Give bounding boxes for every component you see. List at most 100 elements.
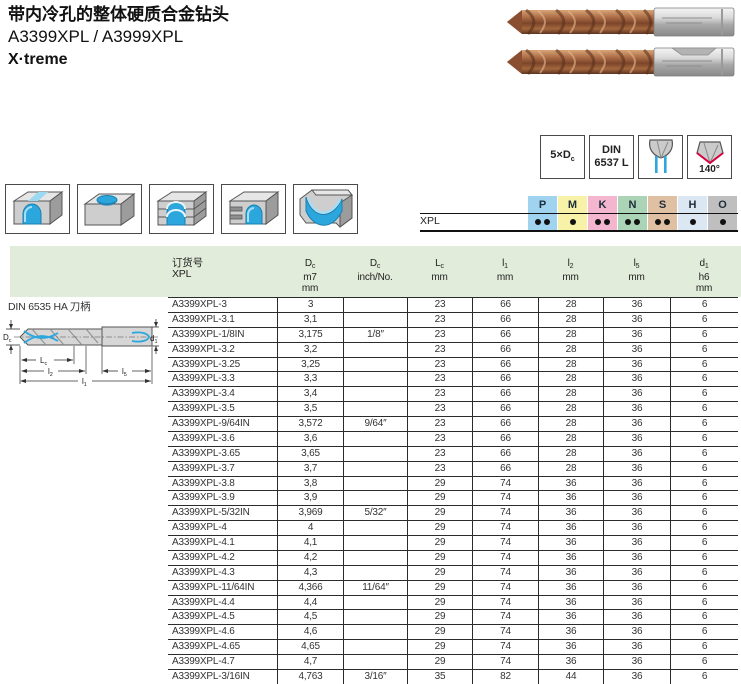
value-cell: 36 bbox=[603, 670, 670, 684]
value-cell: 28 bbox=[538, 313, 603, 327]
value-cell: 6 bbox=[670, 596, 738, 610]
value-cell: 6 bbox=[670, 610, 738, 624]
value-cell: 23 bbox=[407, 372, 472, 386]
value-cell: 23 bbox=[407, 462, 472, 476]
value-cell: 36 bbox=[603, 536, 670, 550]
din-6537-badge: DIN 6537 L bbox=[589, 135, 634, 179]
value-cell: 3,7 bbox=[277, 462, 343, 476]
point-angle-badge: 140° bbox=[687, 135, 732, 179]
table-row: A3399XPL-4.14,1297436366 bbox=[168, 536, 738, 551]
value-cell: 3,5 bbox=[277, 402, 343, 416]
rating-dot-icon bbox=[535, 219, 541, 225]
value-cell: 36 bbox=[603, 328, 670, 342]
value-cell: 23 bbox=[407, 402, 472, 416]
value-cell: 3,65 bbox=[277, 447, 343, 461]
value-cell: 36 bbox=[603, 358, 670, 372]
rating-dot-icon bbox=[655, 219, 661, 225]
value-cell: 23 bbox=[407, 358, 472, 372]
value-cell: 3,572 bbox=[277, 417, 343, 431]
value-cell: 29 bbox=[407, 506, 472, 520]
svg-text:l5: l5 bbox=[122, 367, 127, 378]
svg-text:Dc: Dc bbox=[3, 333, 12, 344]
value-cell: 66 bbox=[472, 432, 538, 446]
material-letter-row: PMKNSHO bbox=[528, 196, 738, 213]
value-cell: 66 bbox=[472, 358, 538, 372]
value-cell: 36 bbox=[603, 432, 670, 446]
value-cell bbox=[343, 387, 407, 401]
value-cell: 66 bbox=[472, 298, 538, 312]
order-number: A3399XPL-3 bbox=[168, 298, 277, 312]
value-cell: 28 bbox=[538, 328, 603, 342]
table-row: A3399XPL-4.654,65297436366 bbox=[168, 640, 738, 655]
value-cell: 28 bbox=[538, 358, 603, 372]
value-cell: 3,3 bbox=[277, 372, 343, 386]
value-cell: 44 bbox=[538, 670, 603, 684]
value-cell bbox=[343, 358, 407, 372]
application-box-5 bbox=[293, 184, 358, 234]
value-cell: 23 bbox=[407, 343, 472, 357]
value-cell bbox=[343, 298, 407, 312]
value-cell bbox=[343, 566, 407, 580]
table-row: A3399XPL-9/64IN3,5729/64″236628366 bbox=[168, 417, 738, 432]
value-cell: 6 bbox=[670, 506, 738, 520]
value-cell: 23 bbox=[407, 298, 472, 312]
value-cell: 28 bbox=[538, 402, 603, 416]
value-cell: 66 bbox=[472, 328, 538, 342]
brand-line: X·treme bbox=[8, 50, 229, 70]
material-letter: S bbox=[648, 196, 677, 213]
value-cell: 36 bbox=[603, 581, 670, 595]
value-cell: 23 bbox=[407, 447, 472, 461]
value-cell: 36 bbox=[603, 596, 670, 610]
application-box-1 bbox=[5, 184, 70, 234]
value-cell: 23 bbox=[407, 432, 472, 446]
value-cell bbox=[343, 372, 407, 386]
drill-photo-plain-shank-icon bbox=[504, 5, 738, 39]
value-cell: 36 bbox=[603, 372, 670, 386]
order-number: A3399XPL-4.7 bbox=[168, 655, 277, 669]
order-number: A3399XPL-3.25 bbox=[168, 358, 277, 372]
table-row: A3399XPL-3.33,3236628366 bbox=[168, 372, 738, 387]
value-cell: 36 bbox=[603, 625, 670, 639]
value-cell: 6 bbox=[670, 432, 738, 446]
value-cell: 6 bbox=[670, 581, 738, 595]
drill-photo-notched-shank-icon bbox=[504, 45, 738, 79]
column-header: d1h6mm bbox=[670, 258, 738, 294]
rating-dot-icon bbox=[625, 219, 631, 225]
order-number: A3399XPL-4.6 bbox=[168, 625, 277, 639]
value-cell: 74 bbox=[472, 477, 538, 491]
table-row: A3399XPL-44297436366 bbox=[168, 521, 738, 536]
order-number: A3399XPL-3.9 bbox=[168, 491, 277, 505]
value-cell: 6 bbox=[670, 670, 738, 684]
value-cell: 29 bbox=[407, 596, 472, 610]
application-box-4 bbox=[221, 184, 286, 234]
value-cell bbox=[343, 491, 407, 505]
value-cell: 36 bbox=[603, 447, 670, 461]
inclined-exit-icon bbox=[294, 185, 356, 232]
material-letter: M bbox=[558, 196, 587, 213]
value-cell: 36 bbox=[603, 462, 670, 476]
value-cell: 66 bbox=[472, 462, 538, 476]
value-cell: 36 bbox=[603, 551, 670, 565]
value-cell: 6 bbox=[670, 387, 738, 401]
value-cell: 36 bbox=[538, 596, 603, 610]
column-header: Lcmm bbox=[407, 258, 472, 294]
coolant-drill-point-badge bbox=[638, 135, 683, 179]
value-cell: 6 bbox=[670, 625, 738, 639]
interrupted-cut-icon bbox=[222, 185, 284, 232]
value-cell: 66 bbox=[472, 417, 538, 431]
value-cell: 66 bbox=[472, 387, 538, 401]
value-cell: 6 bbox=[670, 343, 738, 357]
value-cell: 66 bbox=[472, 313, 538, 327]
value-cell: 36 bbox=[603, 477, 670, 491]
value-cell: 29 bbox=[407, 477, 472, 491]
order-number: A3399XPL-3.8 bbox=[168, 477, 277, 491]
value-cell: 3/16″ bbox=[343, 670, 407, 684]
value-cell: 74 bbox=[472, 506, 538, 520]
table-row: A3399XPL-3.83,8297436366 bbox=[168, 477, 738, 492]
value-cell: 36 bbox=[538, 655, 603, 669]
svg-text:l1: l1 bbox=[82, 377, 87, 388]
value-cell: 36 bbox=[538, 566, 603, 580]
value-cell: 6 bbox=[670, 298, 738, 312]
value-cell: 74 bbox=[472, 536, 538, 550]
material-row-label: XPL bbox=[420, 215, 440, 227]
